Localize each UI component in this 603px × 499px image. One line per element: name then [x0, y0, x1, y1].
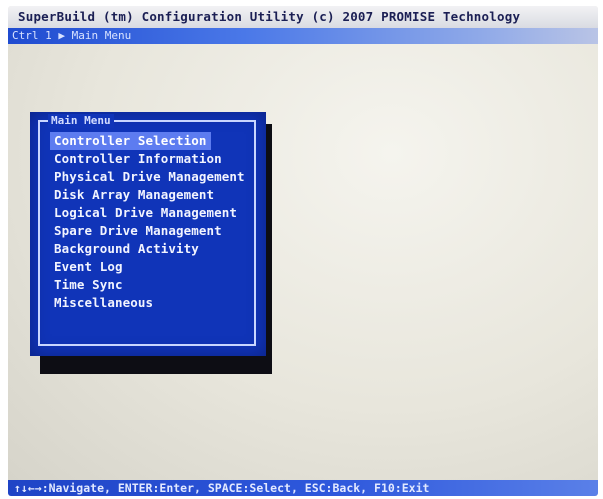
workspace: Main Menu Controller Selection Controlle…: [8, 44, 598, 480]
main-menu-list: Controller Selection Controller Informat…: [50, 132, 249, 312]
menu-item-event-log[interactable]: Event Log: [50, 258, 127, 276]
menu-item-miscellaneous[interactable]: Miscellaneous: [50, 294, 157, 312]
menu-item-disk-array-management[interactable]: Disk Array Management: [50, 186, 218, 204]
key-help-bar: ↑↓←→:Navigate, ENTER:Enter, SPACE:Select…: [8, 480, 598, 496]
menu-item-logical-drive-management[interactable]: Logical Drive Management: [50, 204, 241, 222]
menu-item-controller-selection[interactable]: Controller Selection: [50, 132, 211, 150]
menu-item-physical-drive-management[interactable]: Physical Drive Management: [50, 168, 249, 186]
main-menu-frame: Main Menu Controller Selection Controlle…: [38, 114, 256, 346]
menu-item-background-activity[interactable]: Background Activity: [50, 240, 203, 258]
breadcrumb: Ctrl 1 ▶ Main Menu: [8, 28, 598, 44]
title-bar: SuperBuild (tm) Configuration Utility (c…: [8, 6, 598, 28]
menu-item-time-sync[interactable]: Time Sync: [50, 276, 127, 294]
main-menu-title: Main Menu: [48, 114, 114, 128]
bios-screen: SuperBuild (tm) Configuration Utility (c…: [8, 6, 598, 496]
main-menu-panel: Main Menu Controller Selection Controlle…: [30, 112, 266, 356]
menu-item-spare-drive-management[interactable]: Spare Drive Management: [50, 222, 226, 240]
menu-item-controller-information[interactable]: Controller Information: [50, 150, 226, 168]
